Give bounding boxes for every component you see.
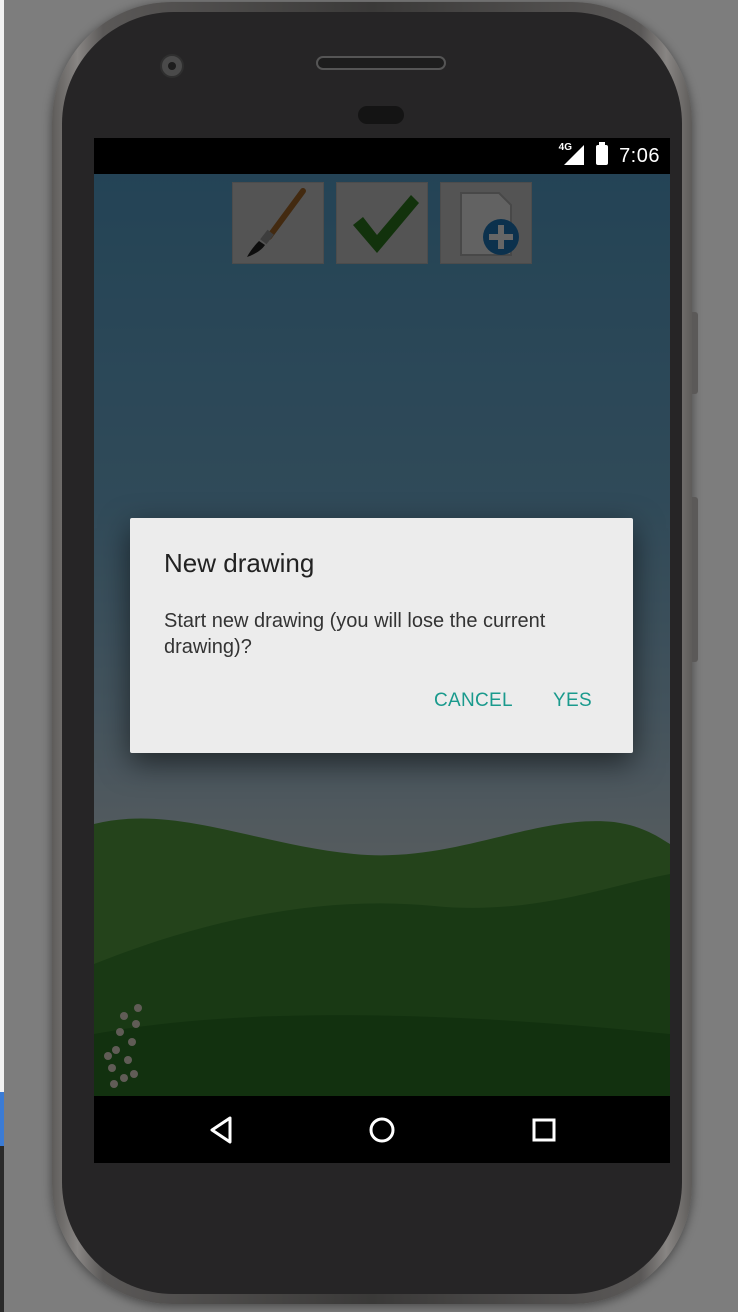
back-icon — [210, 1116, 232, 1144]
phone-bezel: 4G 7:06 New drawing Start new drawing (y… — [62, 12, 682, 1294]
battery-charging-icon — [596, 142, 608, 165]
signal-icon — [564, 145, 584, 165]
desktop-edge-bottom — [0, 1146, 4, 1312]
home-button[interactable] — [360, 1108, 404, 1152]
phone-screen: 4G 7:06 New drawing Start new drawing (y… — [94, 138, 670, 1163]
status-bar: 4G 7:06 — [94, 138, 670, 174]
status-time: 7:06 — [619, 145, 660, 167]
yes-button[interactable]: YES — [553, 690, 592, 712]
earpiece-speaker — [316, 56, 446, 70]
desktop-edge — [0, 0, 4, 1092]
dialog-message: Start new drawing (you will lose the cur… — [164, 610, 546, 658]
cancel-button[interactable]: CANCEL — [434, 690, 513, 712]
power-button[interactable] — [692, 312, 698, 394]
navigation-bar — [94, 1096, 670, 1163]
dialog-title: New drawing — [164, 548, 315, 578]
front-camera-icon — [160, 54, 184, 78]
back-button[interactable] — [198, 1108, 242, 1152]
recents-button[interactable] — [522, 1108, 566, 1152]
home-icon — [369, 1117, 395, 1143]
proximity-sensor — [358, 106, 404, 124]
recents-icon — [532, 1118, 556, 1142]
phone-frame: 4G 7:06 New drawing Start new drawing (y… — [52, 2, 698, 1304]
new-drawing-dialog: New drawing Start new drawing (you will … — [130, 518, 633, 753]
volume-rocker[interactable] — [692, 497, 698, 662]
desktop-taskbar-edge — [0, 1092, 4, 1146]
